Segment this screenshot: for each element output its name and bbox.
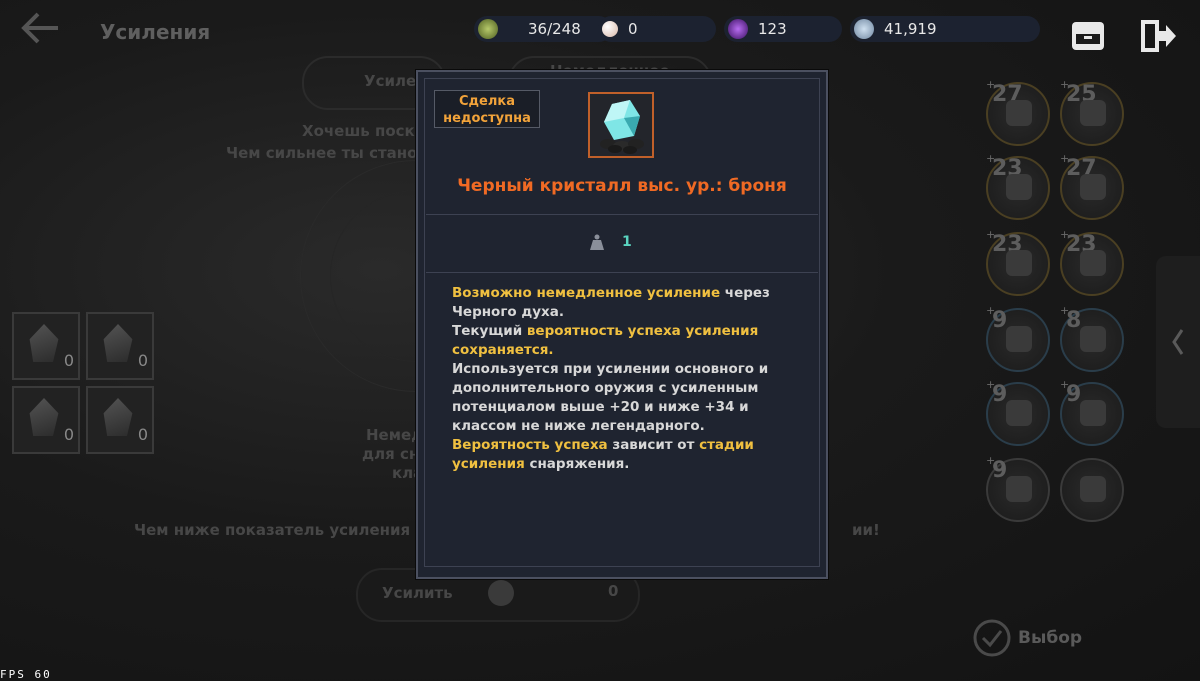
energy-counter: 123 [724,16,842,42]
chevron-left-icon [1172,329,1184,355]
equip-slot-necklace[interactable]: +9 [986,304,1050,372]
mailbox-icon[interactable] [1068,16,1108,56]
earring-icon [1080,326,1106,352]
item-name: Черный кристалл выс. ур.: броня [457,176,787,196]
confirm-button[interactable]: Выбор [972,618,1082,658]
equip-slot-offhand[interactable]: +25 [1060,78,1124,146]
top-bar: Усиления 36/248 0 123 41,919 [0,0,1200,60]
armor-icon [1080,174,1106,200]
shield-icon [1080,100,1106,126]
black-crystal-icon [588,92,654,158]
weight-value: 1 [622,234,632,250]
divider [426,214,818,215]
belt-icon [1006,400,1032,426]
crystal-icon [29,324,59,362]
trade-status-badge: Сделка недоступна [434,90,540,128]
equip-slot-ring-2[interactable] [1060,458,1124,522]
bottom-hint: Чем ниже показатель усиления сн [134,521,435,539]
exit-icon[interactable] [1138,16,1178,56]
bottom-hint-tail: ии! [852,521,880,539]
equip-slot-belt[interactable]: +9 [986,378,1050,446]
silver-coin-icon [854,19,874,39]
crystal-slot-4[interactable]: 0 [86,386,154,454]
divider [426,272,818,273]
crystal-slot-2[interactable]: 0 [86,312,154,380]
pearl-icon [602,21,618,37]
side-panel-toggle[interactable] [1156,256,1200,428]
necklace-icon [1006,326,1032,352]
equip-slot-weapon[interactable]: +27 [986,78,1050,146]
crystal-icon [103,324,133,362]
item-weight: 1 [590,234,632,250]
crystal-slot-3[interactable]: 0 [12,386,80,454]
bag-icon [478,19,498,39]
pearls-counter: 0 [598,16,716,42]
equip-slot-earring-2[interactable]: +9 [1060,378,1124,446]
crystal-icon [29,398,59,436]
helmet-icon [1006,174,1032,200]
equip-slot-earring[interactable]: +8 [1060,304,1124,372]
fps-counter: FPS 60 [0,668,52,681]
item-description: Возможно немедленное усиление через Черн… [452,285,770,472]
equip-slot-armor[interactable]: +27 [1060,152,1124,220]
mid-text-1: Немед [366,426,424,444]
silver-coin-icon [488,580,514,606]
boots-icon [1080,250,1106,276]
mid-text-2: для сн [362,445,420,463]
back-arrow-icon[interactable] [18,10,62,46]
equip-slot-helmet[interactable]: +23 [986,152,1050,220]
silver-counter: 41,919 [850,16,1040,42]
confirm-label: Выбор [1018,628,1083,648]
hint-line-2: Чем сильнее ты стано [226,144,418,162]
earring-icon [1080,400,1106,426]
weapon-icon [1006,100,1032,126]
check-circle-icon [973,619,1011,657]
page-title: Усиления [100,20,211,44]
bag-capacity: 36/248 [474,16,612,42]
crystal-slot-1[interactable]: 0 [12,312,80,380]
hint-line-1: Хочешь поск [302,122,415,140]
equip-slot-boots[interactable]: +23 [1060,228,1124,296]
energy-orb-icon [728,19,748,39]
ring-icon [1006,476,1032,502]
crystal-icon [103,398,133,436]
equip-slot-ring[interactable]: +9 [986,454,1050,522]
gloves-icon [1006,250,1032,276]
item-tooltip: Сделка недоступна Черный кристалл выс. у… [416,70,828,579]
weight-icon [590,234,604,250]
equip-slot-gloves[interactable]: +23 [986,228,1050,296]
ring-icon [1080,476,1106,502]
